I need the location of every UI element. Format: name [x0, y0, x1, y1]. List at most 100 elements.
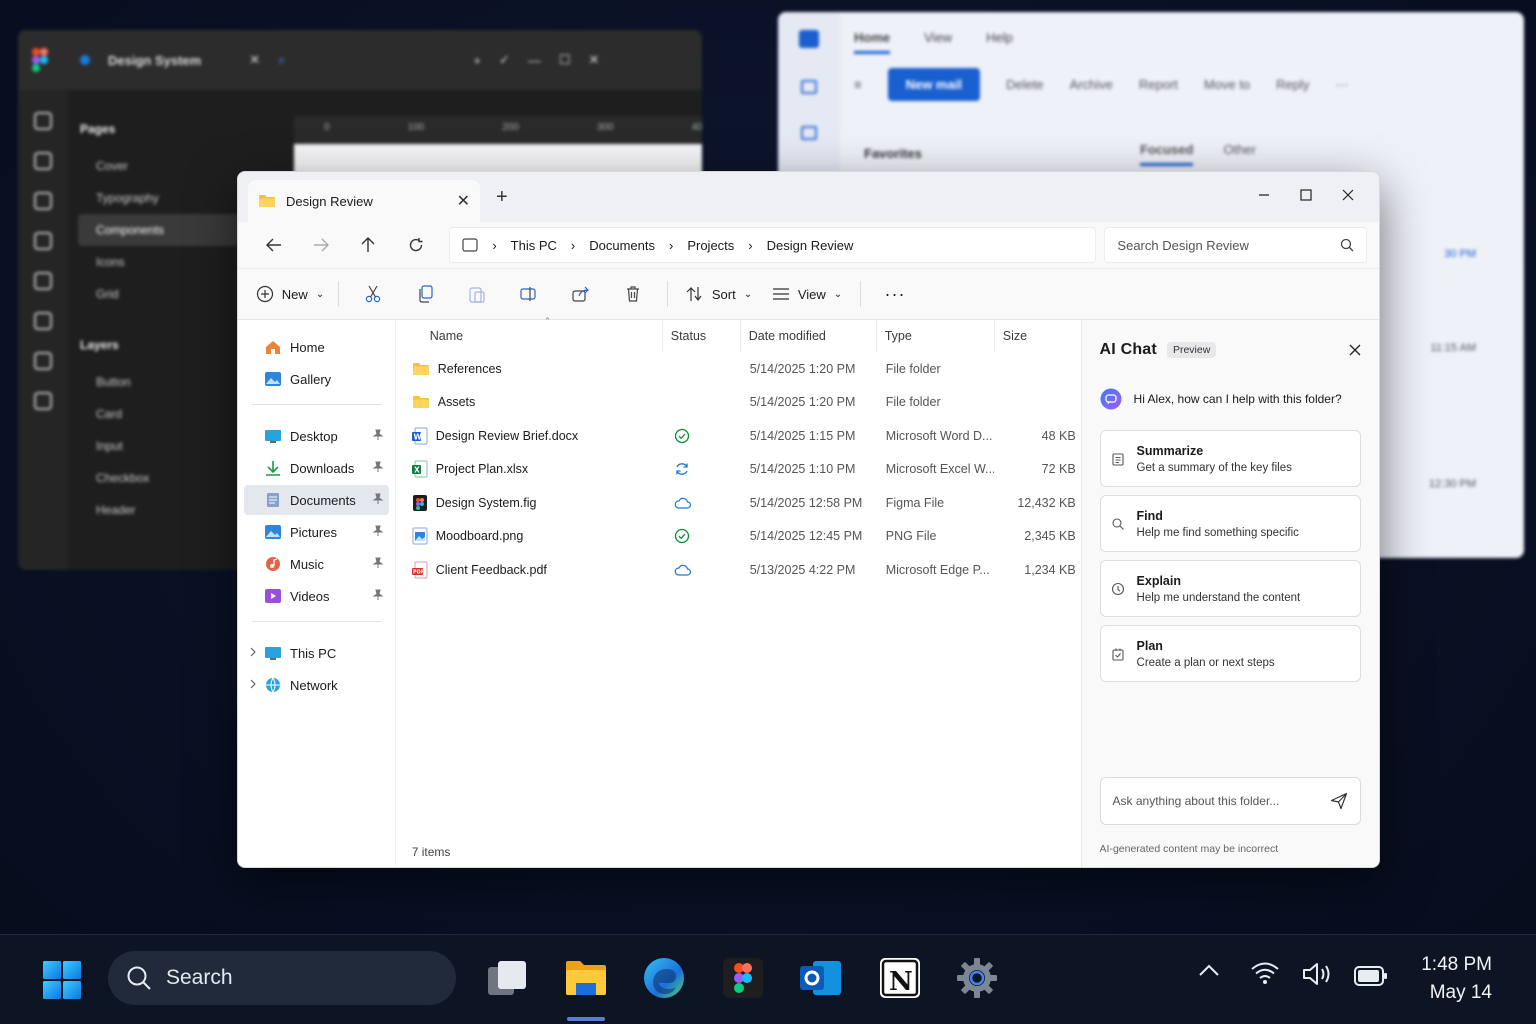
figma-plus-icon: +: [473, 52, 481, 68]
address-bar[interactable]: › This PC › Documents › Projects › Desig…: [449, 227, 1097, 263]
outlook-taskbar-button[interactable]: [799, 956, 843, 1000]
search-box[interactable]: Search Design Review: [1104, 227, 1368, 263]
sidebar-item-documents[interactable]: Documents: [244, 485, 389, 515]
sidebar-item-label: Gallery: [290, 371, 332, 387]
suggestion-subtitle: Help me understand the content: [1136, 591, 1301, 604]
chevron-up-icon: [1198, 963, 1220, 977]
file-row[interactable]: X Project Plan.xlsx 5/14/2025 1:10 PM Mi…: [404, 453, 1081, 487]
notion-taskbar-button[interactable]: N: [878, 956, 922, 1000]
suggestion-summarize[interactable]: Summarize Get a summary of the key files: [1099, 430, 1361, 487]
minimize-button[interactable]: [1243, 180, 1285, 210]
column-header-size[interactable]: Size: [993, 320, 1076, 352]
close-tab-icon[interactable]: ✕: [457, 191, 470, 211]
home-icon: [264, 339, 282, 355]
view-button[interactable]: View ⌄: [762, 277, 852, 311]
column-header-name[interactable]: Name ⌃: [404, 316, 662, 352]
file-name: Moodboard.png: [435, 529, 524, 544]
breadcrumb-item[interactable]: Projects: [687, 238, 734, 253]
refresh-button[interactable]: [392, 230, 439, 260]
sidebar-item-pictures[interactable]: Pictures: [244, 517, 389, 547]
svg-text:W: W: [413, 432, 422, 441]
column-header-type[interactable]: Type: [875, 320, 994, 352]
tab-design-review[interactable]: Design Review ✕: [248, 180, 480, 222]
outlook-action: Report: [1138, 77, 1178, 92]
ai-chat-input[interactable]: Ask anything about this folder...: [1099, 777, 1361, 825]
wifi-status[interactable]: [1250, 961, 1280, 985]
taskbar-search[interactable]: Search: [108, 951, 456, 1005]
show-hidden-icons-button[interactable]: [1198, 963, 1220, 977]
column-header-date[interactable]: Date modified: [739, 320, 876, 352]
file-size: 72 KB: [1041, 462, 1076, 477]
file-row[interactable]: References 5/14/2025 1:20 PM File folder: [404, 352, 1081, 386]
file-row[interactable]: W Design Review Brief.docx 5/14/2025 1:1…: [404, 419, 1081, 453]
paste-button[interactable]: [451, 277, 503, 311]
chevron-right-icon: [250, 679, 256, 689]
volume-status[interactable]: [1302, 961, 1336, 987]
suggestion-explain[interactable]: Explain Help me understand the content: [1099, 560, 1361, 617]
close-window-button[interactable]: [1327, 180, 1369, 210]
maximize-button[interactable]: [1285, 180, 1327, 210]
figma-taskbar-button[interactable]: [721, 956, 765, 1000]
sidebar-item-this-pc[interactable]: This PC: [244, 638, 389, 668]
file-date: 5/14/2025 1:20 PM: [749, 361, 856, 376]
copy-button[interactable]: [399, 277, 451, 311]
settings-taskbar-button[interactable]: [955, 956, 999, 1000]
file-row[interactable]: Design System.fig 5/14/2025 12:58 PM Fig…: [404, 486, 1081, 520]
battery-status[interactable]: [1354, 965, 1388, 987]
more-options-button[interactable]: ···: [869, 277, 921, 311]
layer-item: Header: [96, 503, 136, 517]
cut-button[interactable]: [347, 277, 399, 311]
folder-icon: [412, 362, 430, 376]
outlook-tab: View: [924, 30, 953, 45]
favorites-header: Favorites: [864, 146, 922, 161]
rename-icon: [520, 286, 538, 302]
breadcrumb-item[interactable]: Documents: [589, 238, 655, 253]
up-button[interactable]: [345, 230, 392, 260]
file-row[interactable]: PDF Client Feedback.pdf 5/13/2025 4:22 P…: [404, 553, 1081, 587]
plus-circle-icon: [256, 285, 274, 303]
this-pc-icon: [264, 645, 282, 661]
file-type: Microsoft Excel W...: [885, 462, 994, 477]
outlook-tabs: Home View Help: [854, 30, 1013, 54]
inbox-pivots: Focused Other: [1140, 142, 1256, 166]
sidebar-item-label: Home: [290, 339, 325, 355]
chevron-right-icon: ›: [748, 237, 753, 253]
system-clock[interactable]: 1:48 PM May 14: [1421, 951, 1492, 1007]
mail-time: 30 PM: [1444, 248, 1476, 260]
send-icon[interactable]: [1330, 792, 1348, 810]
other-tab: Other: [1223, 142, 1256, 157]
breadcrumb-item[interactable]: Design Review: [767, 238, 854, 253]
sort-button[interactable]: Sort ⌄: [676, 277, 762, 311]
sidebar-item-network[interactable]: Network: [244, 670, 389, 700]
figma-search-icon: ⌕: [278, 52, 286, 67]
task-view-button[interactable]: [485, 956, 529, 1000]
new-tab-button[interactable]: +: [496, 186, 508, 209]
sidebar-item-music[interactable]: Music: [244, 549, 389, 579]
edge-taskbar-button[interactable]: [642, 956, 686, 1000]
forward-button[interactable]: [297, 230, 344, 260]
suggestion-plan[interactable]: Plan Create a plan or next steps: [1099, 625, 1361, 682]
suggestion-find[interactable]: Find Help me find something specific: [1099, 495, 1361, 552]
file-explorer-taskbar-button[interactable]: [564, 956, 608, 1000]
sidebar-item-home[interactable]: Home: [244, 332, 389, 362]
start-button[interactable]: [42, 960, 82, 1000]
breadcrumb-item[interactable]: This PC: [511, 238, 557, 253]
back-button[interactable]: [250, 230, 297, 260]
file-row[interactable]: Moodboard.png 5/14/2025 12:45 PM PNG Fil…: [404, 520, 1081, 554]
copilot-avatar-icon: [1100, 388, 1122, 410]
rename-button[interactable]: [503, 277, 555, 311]
delete-button[interactable]: [607, 277, 659, 311]
file-row[interactable]: Assets 5/14/2025 1:20 PM File folder: [404, 386, 1081, 420]
ai-disclaimer: AI-generated content may be incorrect: [1099, 843, 1279, 855]
summarize-icon: [1111, 452, 1125, 466]
close-ai-chat-button[interactable]: [1349, 344, 1361, 356]
calendar-icon: [801, 126, 817, 140]
new-button[interactable]: New ⌄: [250, 277, 330, 311]
sidebar-item-desktop[interactable]: Desktop: [244, 421, 389, 451]
share-button[interactable]: [555, 277, 607, 311]
sidebar-item-downloads[interactable]: Downloads: [244, 453, 389, 483]
focused-tab: Focused: [1140, 142, 1194, 166]
sidebar-item-videos[interactable]: Videos: [244, 581, 389, 611]
column-header-status[interactable]: Status: [661, 320, 740, 352]
sidebar-item-gallery[interactable]: Gallery: [244, 364, 389, 394]
